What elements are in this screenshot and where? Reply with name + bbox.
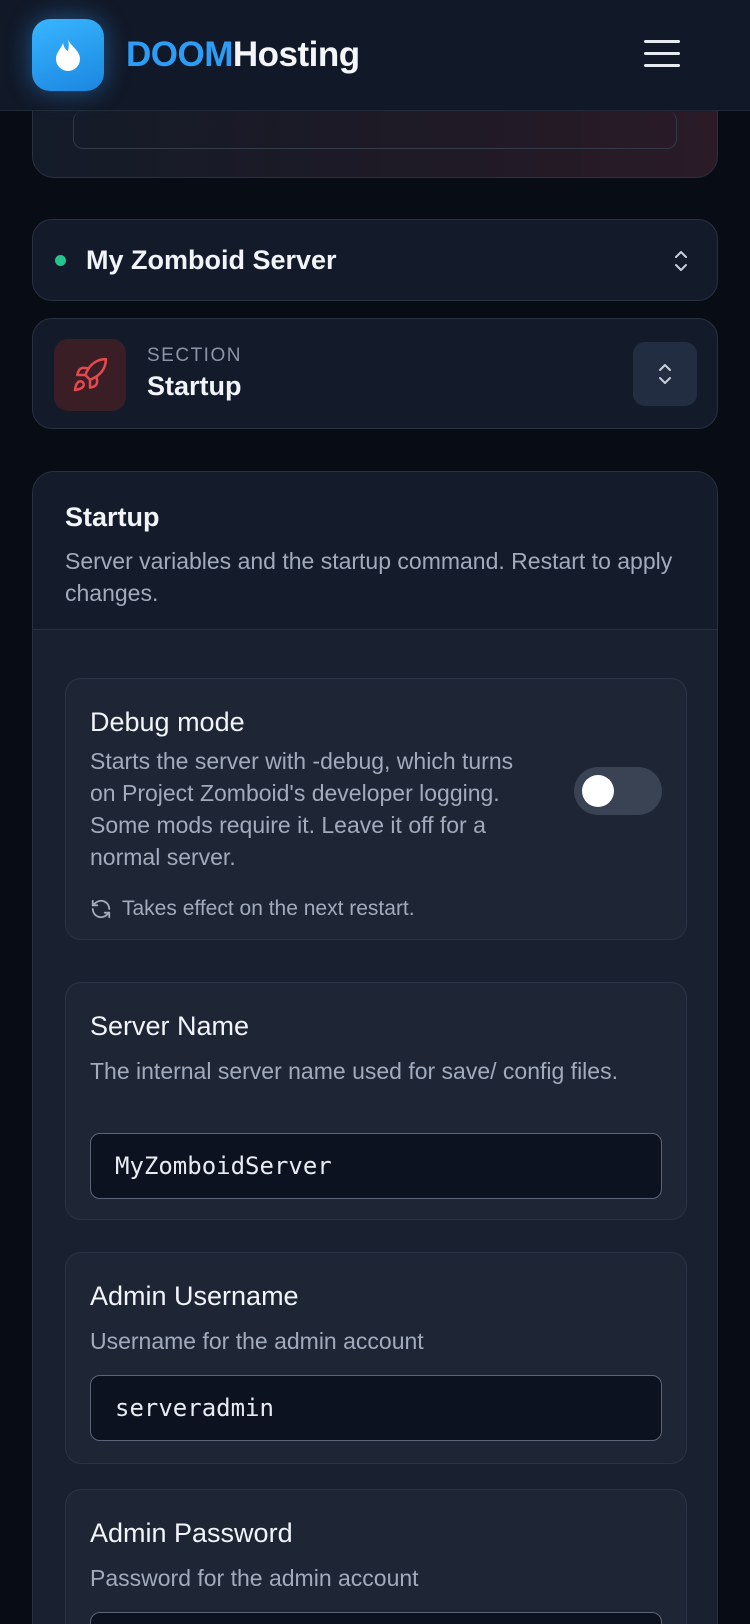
field-title: Server Name <box>90 1011 250 1041</box>
status-dot <box>55 254 66 266</box>
debug-mode-description: Starts the server with -debug, which tur… <box>90 748 514 870</box>
field-title: Admin Password <box>90 1518 293 1548</box>
logo[interactable] <box>32 19 104 91</box>
top-header: DOOMHosting <box>0 0 750 111</box>
debug-mode-toggle[interactable] <box>574 767 662 815</box>
admin-username-input[interactable]: serveradmin <box>90 1375 662 1441</box>
brand-name[interactable]: DOOMHosting <box>126 35 360 75</box>
admin-password-input[interactable] <box>90 1612 662 1624</box>
server-name-card: Server Name The internal server name use… <box>65 982 687 1220</box>
toggle-knob <box>582 775 614 807</box>
server-name-input[interactable]: MyZomboidServer <box>90 1133 662 1199</box>
field-description: Password for the admin account <box>90 1565 419 1591</box>
page: DOOMHosting My Zomboid Server SECTION St… <box>0 0 750 1624</box>
chevron-up-down-icon <box>659 364 671 384</box>
rocket-icon <box>73 357 108 392</box>
admin-username-card: Admin Username Username for the admin ac… <box>65 1252 687 1464</box>
restart-note-text: Takes effect on the next restart. <box>122 897 415 920</box>
panel-title: Startup <box>65 502 160 532</box>
debug-mode-card: Debug mode Starts the server with -debug… <box>65 678 687 940</box>
server-selector[interactable]: My Zomboid Server <box>32 219 718 301</box>
panel-header: Startup Server variables and the startup… <box>33 472 717 630</box>
section-caption: SECTION <box>147 345 242 366</box>
previous-card-inner <box>73 111 677 149</box>
startup-panel: Startup Server variables and the startup… <box>32 471 718 1624</box>
brand-prefix: DOOM <box>126 35 233 74</box>
restart-note: Takes effect on the next restart. <box>90 897 415 921</box>
chevron-up-down-icon <box>675 251 687 271</box>
field-description: Username for the admin account <box>90 1328 424 1354</box>
admin-password-card: Admin Password Password for the admin ac… <box>65 1489 687 1624</box>
refresh-icon <box>91 899 111 919</box>
flame-icon <box>56 39 80 71</box>
brand-suffix: Hosting <box>232 35 360 74</box>
server-name: My Zomboid Server <box>86 244 337 275</box>
field-title: Admin Username <box>90 1281 299 1311</box>
section-icon-box <box>54 339 126 411</box>
panel-description: Server variables and the startup command… <box>65 548 673 606</box>
section-toggle-button[interactable] <box>633 342 697 406</box>
section-selector[interactable]: SECTION Startup <box>32 318 718 429</box>
hamburger-icon[interactable] <box>644 40 680 68</box>
section-title: Startup <box>147 371 242 401</box>
debug-mode-title: Debug mode <box>90 707 245 737</box>
field-description: The internal server name used for save/ … <box>90 1058 618 1084</box>
